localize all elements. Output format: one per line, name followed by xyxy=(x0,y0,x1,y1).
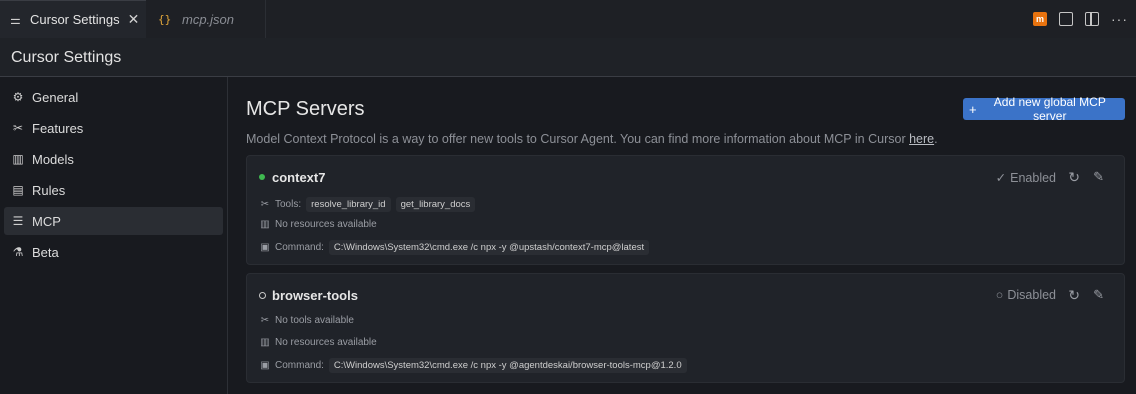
tab-label: mcp.json xyxy=(182,11,235,27)
command-value: C:\Windows\System32\cmd.exe /c npx -y @u… xyxy=(328,240,650,255)
command-label: Command: xyxy=(275,360,324,371)
gear-icon: ⚙ xyxy=(12,90,24,104)
split-editor-icon[interactable] xyxy=(1085,12,1099,26)
sliders-icon: ⚌ xyxy=(10,12,21,27)
tools-icon: ✂ xyxy=(260,315,270,326)
tools-row: ✂ No tools available xyxy=(259,315,354,326)
tool-chip: get_library_docs xyxy=(395,197,476,212)
status-label: Enabled xyxy=(1010,170,1056,185)
library-icon: ▥ xyxy=(260,219,270,230)
refresh-icon[interactable]: ↻ xyxy=(1068,169,1080,186)
terminal-icon: ▣ xyxy=(260,242,270,253)
server-icon: ☰ xyxy=(12,214,24,228)
tools-text: No tools available xyxy=(275,315,354,326)
braces-icon: {} xyxy=(158,12,172,26)
mcp-server-card-browser-tools: browser-tools ○ Disabled ↻ ✎ ✂ No tools … xyxy=(246,273,1125,383)
main-content: MCP Servers + Add new global MCP server … xyxy=(228,77,1136,394)
command-row: ▣ Command: C:\Windows\System32\cmd.exe /… xyxy=(259,358,687,373)
command-value: C:\Windows\System32\cmd.exe /c npx -y @a… xyxy=(328,358,687,373)
flask-icon: ⚗ xyxy=(12,245,24,259)
tools-icon: ✂ xyxy=(12,121,24,135)
description-end: . xyxy=(934,132,938,146)
resources-row: ▥ No resources available xyxy=(259,337,377,348)
tab-label: Cursor Settings xyxy=(30,12,120,27)
circle-icon: ○ xyxy=(995,288,1004,302)
status-label: Disabled xyxy=(1007,288,1056,302)
server-name: browser-tools xyxy=(272,288,358,303)
sidebar-item-label: Beta xyxy=(32,244,59,260)
tab-mcp-json[interactable]: {} mcp.json xyxy=(146,0,266,38)
document-icon: ▤ xyxy=(12,183,24,197)
server-status[interactable]: ○ Disabled xyxy=(996,288,1056,302)
more-actions-icon[interactable]: ··· xyxy=(1111,11,1128,27)
add-global-mcp-server-button[interactable]: + Add new global MCP server xyxy=(963,95,1125,123)
tab-cursor-settings[interactable]: ⚌ Cursor Settings ✕ xyxy=(0,0,146,38)
resources-text: No resources available xyxy=(275,219,377,230)
library-icon: ▥ xyxy=(260,337,270,348)
status-dot-enabled xyxy=(259,174,265,180)
sidebar: ⚙ General ✂ Features ▥ Models ▤ Rules ☰ … xyxy=(0,77,228,394)
check-icon: ✓ xyxy=(995,171,1007,185)
tools-icon: ✂ xyxy=(260,199,270,210)
edit-icon[interactable]: ✎ xyxy=(1093,287,1104,303)
resources-row: ▥ No resources available xyxy=(259,219,377,230)
resources-text: No resources available xyxy=(275,337,377,348)
section-description: Model Context Protocol is a way to offer… xyxy=(246,132,938,146)
sidebar-item-models[interactable]: ▥ Models xyxy=(4,145,223,173)
preview-icon[interactable] xyxy=(1059,12,1073,26)
terminal-icon: ▣ xyxy=(260,360,270,371)
sidebar-item-beta[interactable]: ⚗ Beta xyxy=(4,238,223,266)
sidebar-item-features[interactable]: ✂ Features xyxy=(4,114,223,142)
section-title: MCP Servers xyxy=(246,98,365,120)
close-icon[interactable]: ✕ xyxy=(128,11,140,28)
bar-chart-icon: ▥ xyxy=(12,152,24,166)
server-status[interactable]: ✓ Enabled xyxy=(995,170,1056,186)
mcp-server-card-context7: context7 ✓ Enabled ↻ ✎ ✂ Tools: resolve_… xyxy=(246,155,1125,265)
tools-row: ✂ Tools: resolve_library_id get_library_… xyxy=(259,197,476,212)
command-row: ▣ Command: C:\Windows\System32\cmd.exe /… xyxy=(259,240,650,255)
status-dot-disabled xyxy=(259,292,266,299)
extension-icon[interactable]: m xyxy=(1033,12,1047,26)
sidebar-item-general[interactable]: ⚙ General xyxy=(4,83,223,111)
tab-bar: ⚌ Cursor Settings ✕ {} mcp.json m ··· xyxy=(0,0,1136,38)
more-info-link[interactable]: here xyxy=(909,132,934,146)
command-label: Command: xyxy=(275,242,324,253)
sidebar-item-label: General xyxy=(32,89,79,105)
sidebar-item-label: Rules xyxy=(32,182,66,198)
tool-chip: resolve_library_id xyxy=(306,197,391,212)
sidebar-item-label: Features xyxy=(32,120,84,136)
description-text: Model Context Protocol is a way to offer… xyxy=(246,132,910,146)
sidebar-item-mcp[interactable]: ☰ MCP xyxy=(4,207,223,235)
sidebar-item-label: MCP xyxy=(32,213,61,229)
server-name: context7 xyxy=(272,170,326,185)
page-title: Cursor Settings xyxy=(11,49,122,66)
sidebar-item-rules[interactable]: ▤ Rules xyxy=(4,176,223,204)
add-button-label: Add new global MCP server xyxy=(993,95,1106,123)
settings-header: Cursor Settings xyxy=(0,38,1136,77)
editor-actions: m ··· xyxy=(1033,0,1128,38)
refresh-icon[interactable]: ↻ xyxy=(1068,287,1080,304)
plus-icon: + xyxy=(969,101,977,117)
sidebar-item-label: Models xyxy=(32,151,74,167)
tools-label: Tools: xyxy=(275,199,302,210)
edit-icon[interactable]: ✎ xyxy=(1093,169,1104,185)
